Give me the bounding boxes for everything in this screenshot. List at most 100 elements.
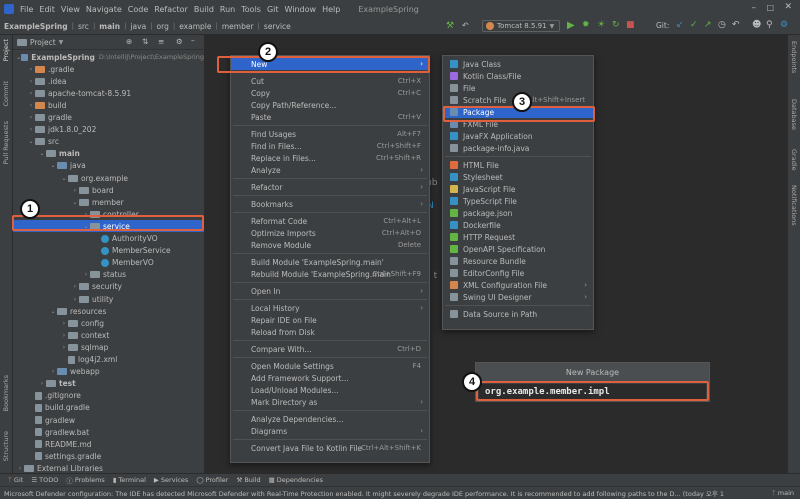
tool-tab-git[interactable]: ᛉ Git xyxy=(8,476,23,484)
tree-item[interactable]: › test xyxy=(13,378,204,390)
tool-tab-problems[interactable]: ⓘ Problems xyxy=(66,475,104,485)
breadcrumb-java[interactable]: java xyxy=(130,22,146,31)
expand-all-icon[interactable]: ⇅ xyxy=(142,37,148,46)
menu-item[interactable]: TypeScript File xyxy=(443,195,593,207)
chevron-right-icon[interactable]: › xyxy=(27,66,35,73)
tree-item[interactable]: build.gradle xyxy=(13,402,204,414)
menu-item[interactable]: Refactor › xyxy=(231,181,429,193)
chevron-right-icon[interactable]: › xyxy=(82,271,90,278)
menu-item[interactable]: JavaScript File xyxy=(443,183,593,195)
tree-item[interactable]: › apache-tomcat-8.5.91 xyxy=(13,87,204,99)
collapse-all-icon[interactable]: ≡ xyxy=(158,37,164,46)
git-branch-widget[interactable]: ᛉ main xyxy=(772,489,794,497)
tool-tab-build[interactable]: ⚒ Build xyxy=(236,476,260,484)
tree-item[interactable]: .gitignore xyxy=(13,390,204,402)
git-rollback-icon[interactable]: ↶ xyxy=(732,20,740,30)
chevron-right-icon[interactable]: › xyxy=(27,114,35,121)
menu-item[interactable]: Open In › xyxy=(231,285,429,297)
git-commit-icon[interactable]: ✓ xyxy=(690,20,698,30)
tool-tab-profiler[interactable]: ◯ Profiler xyxy=(196,476,228,484)
tree-item[interactable]: › context xyxy=(13,329,204,341)
hide-panel-icon[interactable]: – xyxy=(191,36,195,45)
menu-tools[interactable]: Tools xyxy=(241,5,261,14)
menu-item[interactable]: HTML File xyxy=(443,159,593,171)
tool-tab-gradle[interactable]: Gradle xyxy=(790,149,798,171)
tree-item[interactable]: settings.gradle xyxy=(13,450,204,462)
menu-item[interactable]: Resource Bundle xyxy=(443,255,593,267)
tree-item[interactable]: ⌄ member xyxy=(13,196,204,208)
menu-git[interactable]: Git xyxy=(267,5,279,14)
chevron-down-icon[interactable]: ⌄ xyxy=(49,308,57,315)
chevron-right-icon[interactable]: › xyxy=(27,102,35,109)
menu-item[interactable]: Mark Directory as › xyxy=(231,396,429,408)
chevron-down-icon[interactable]: ▼ xyxy=(59,39,64,46)
menu-item[interactable]: Replace in Files... Ctrl+Shift+R xyxy=(231,152,429,164)
tool-tab-commit[interactable]: Commit xyxy=(2,81,10,107)
menu-refactor[interactable]: Refactor xyxy=(154,5,188,14)
chevron-down-icon[interactable]: ⌄ xyxy=(38,150,46,157)
menu-item[interactable]: Swing UI Designer › xyxy=(443,291,593,303)
menu-item[interactable]: Rebuild Module 'ExampleSpring.main' Ctrl+… xyxy=(231,268,429,280)
tool-tab-database[interactable]: Database xyxy=(790,99,798,130)
build-hammer-icon[interactable]: ⚒ xyxy=(446,21,454,31)
git-push-icon[interactable]: ↗ xyxy=(704,20,712,30)
settings-icon[interactable]: ⚙ xyxy=(780,20,788,30)
tree-item[interactable]: MemberService xyxy=(13,245,204,257)
menu-item[interactable]: package-info.java xyxy=(443,142,593,154)
tree-item[interactable]: › config xyxy=(13,317,204,329)
menu-item[interactable]: Load/Unload Modules... xyxy=(231,384,429,396)
menu-item[interactable]: Reformat Code Ctrl+Alt+L xyxy=(231,215,429,227)
chevron-right-icon[interactable]: › xyxy=(71,283,79,290)
menu-item[interactable]: package.json xyxy=(443,207,593,219)
tree-item[interactable]: log4j2.xml xyxy=(13,354,204,366)
menu-item[interactable]: Optimize Imports Ctrl+Alt+O xyxy=(231,227,429,239)
chevron-right-icon[interactable]: › xyxy=(71,296,79,303)
menu-code[interactable]: Code xyxy=(128,5,148,14)
chevron-down-icon[interactable]: ⌄ xyxy=(49,162,57,169)
tree-item[interactable]: › build xyxy=(13,99,204,111)
menu-item[interactable]: Find Usages Alt+F7 xyxy=(231,128,429,140)
menu-item[interactable]: Bookmarks › xyxy=(231,198,429,210)
menu-item[interactable]: HTTP Request xyxy=(443,231,593,243)
tree-item[interactable]: › webapp xyxy=(13,366,204,378)
menu-item[interactable]: Diagrams › xyxy=(231,425,429,437)
tree-item[interactable]: README.md xyxy=(13,438,204,450)
breadcrumb-member[interactable]: member xyxy=(222,22,254,31)
tree-item[interactable]: AuthorityVO xyxy=(13,233,204,245)
breadcrumb-service[interactable]: service xyxy=(264,22,291,31)
menu-item[interactable]: Stylesheet xyxy=(443,171,593,183)
menu-item[interactable]: XML Configuration File › xyxy=(443,279,593,291)
chevron-right-icon[interactable]: › xyxy=(60,344,68,351)
tree-item[interactable]: ⌄ org.example xyxy=(13,172,204,184)
menu-item[interactable]: Convert Java File to Kotlin File Ctrl+Alt… xyxy=(231,442,429,454)
gear-icon[interactable]: ⚙ xyxy=(176,37,183,46)
menu-navigate[interactable]: Navigate xyxy=(86,5,122,14)
tree-item[interactable]: › security xyxy=(13,281,204,293)
tree-item[interactable]: ⌄ resources xyxy=(13,305,204,317)
menu-edit[interactable]: Edit xyxy=(39,5,55,14)
menu-item[interactable]: JavaFX Application xyxy=(443,130,593,142)
tree-item[interactable]: › .idea xyxy=(13,75,204,87)
chevron-right-icon[interactable]: › xyxy=(27,78,35,85)
tree-item[interactable]: MemberVO xyxy=(13,257,204,269)
menu-item[interactable]: Kotlin Class/File xyxy=(443,70,593,82)
chevron-right-icon[interactable]: › xyxy=(49,368,57,375)
tree-item[interactable]: › jdk1.8.0_202 xyxy=(13,124,204,136)
breadcrumb-main[interactable]: main xyxy=(99,22,120,31)
menu-help[interactable]: Help xyxy=(322,5,340,14)
tree-item[interactable]: ⌄ ExampleSpring D:\IntelliJ\Project\Exampl… xyxy=(13,51,204,63)
menu-item[interactable]: EditorConfig File xyxy=(443,267,593,279)
minimize-icon[interactable]: – xyxy=(752,3,757,13)
menu-item[interactable]: Remove Module Delete xyxy=(231,239,429,251)
menu-item[interactable]: Paste Ctrl+V xyxy=(231,111,429,123)
tool-tab-services[interactable]: ▶ Services xyxy=(154,476,188,484)
tree-item[interactable]: ⌄ main xyxy=(13,148,204,160)
menu-build[interactable]: Build xyxy=(194,5,214,14)
tool-tab-pull-requests[interactable]: Pull Requests xyxy=(2,121,10,164)
menu-item[interactable]: Build Module 'ExampleSpring.main' xyxy=(231,256,429,268)
chevron-right-icon[interactable]: › xyxy=(27,126,35,133)
tree-item[interactable]: › sqlmap xyxy=(13,341,204,353)
menu-item[interactable]: Data Source in Path xyxy=(443,308,593,320)
search-everywhere-icon[interactable]: ⚲ xyxy=(766,20,773,30)
breadcrumb-src[interactable]: src xyxy=(78,22,89,31)
